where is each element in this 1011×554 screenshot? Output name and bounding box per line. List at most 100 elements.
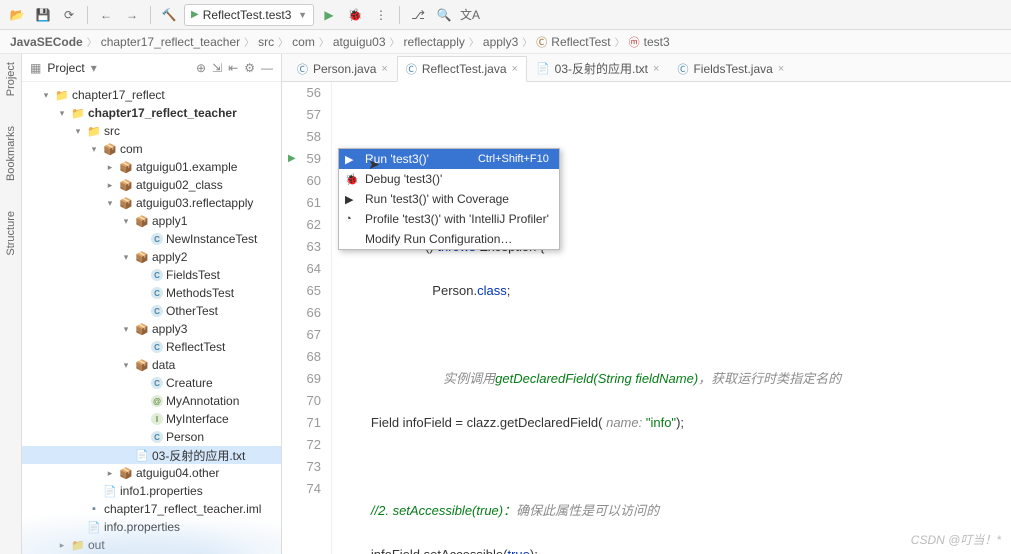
hide-icon[interactable]: — [261,61,273,75]
crumb[interactable]: reflectapply [404,35,465,49]
tree-node[interactable]: ▸📦atguigu01.example [22,158,281,176]
iml-file-icon: ▪ [87,503,101,515]
tree-node[interactable]: CNewInstanceTest [22,230,281,248]
editor-tab[interactable]: ⒸPerson.java× [288,55,397,81]
annotation-icon: @ [151,395,163,407]
tree-node[interactable]: ▾📦apply1 [22,212,281,230]
code-line: Field infoField = clazz.getDeclaredField… [342,412,1011,434]
translate-icon[interactable]: 文A [459,4,481,26]
run-button[interactable]: ▶ [318,4,340,26]
crumb[interactable]: com [292,35,315,49]
project-panel-header: ▦ Project ▾ ⊕ ⇲ ⇤ ⚙ — [22,54,281,82]
debug-button[interactable]: 🐞 [344,4,366,26]
crumb[interactable]: chapter17_reflect_teacher [101,35,240,49]
close-icon[interactable]: × [653,63,659,75]
tree-node[interactable]: @MyAnnotation [22,392,281,410]
close-icon[interactable]: × [778,63,784,75]
ctx-debug[interactable]: 🐞Debug 'test3()' [339,169,559,189]
tree-node[interactable]: COtherTest [22,302,281,320]
coverage-icon: ▶ [345,193,359,206]
tree-node[interactable]: ▾📦apply3 [22,320,281,338]
crumb[interactable]: src [258,35,274,49]
tree-node[interactable]: CReflectTest [22,338,281,356]
ctx-run[interactable]: ▶Run 'test3()'Ctrl+Shift+F10 [339,149,559,169]
tree-node[interactable]: ▾📁chapter17_reflect [22,86,281,104]
tree-node[interactable]: ▾📦atguigu03.reflectapply [22,194,281,212]
run-gutter-icon[interactable]: ▶ [288,148,296,170]
interface-icon: I [151,413,163,425]
properties-file-icon: 📄 [103,485,117,498]
crumb[interactable]: ⒸReflectTest [536,34,610,50]
close-icon[interactable]: × [512,63,518,75]
separator [399,6,400,24]
class-icon: C [151,233,163,245]
code-line: //2. setAccessible(true)：确保此属性是可以访问的 [342,500,1011,522]
forward-icon[interactable]: → [121,4,143,26]
expand-icon[interactable]: ⇲ [212,61,222,75]
tree-node[interactable]: ▾📦data [22,356,281,374]
panel-title: Project [47,61,84,75]
collapse-icon[interactable]: ⇤ [228,61,238,75]
save-icon[interactable]: 💾 [32,4,54,26]
chevron-down-icon: ▼ [298,10,307,20]
structure-tool-tab[interactable]: Structure [5,211,17,256]
more-run-icon[interactable]: ⋮ [370,4,392,26]
class-icon: C [151,377,163,389]
crumb[interactable]: atguigu03 [333,35,386,49]
editor-tab[interactable]: 📄03-反射的应用.txt× [527,55,669,81]
chevron-down-icon[interactable]: ▾ [91,61,97,75]
line-number-gutter: 56 57 58 59▶ 60 61 62 63 64 65 66 67 68 … [282,82,332,554]
bookmarks-tool-tab[interactable]: Bookmarks [5,126,17,181]
ctx-modify[interactable]: Modify Run Configuration… [339,229,559,249]
tree-node[interactable]: CMethodsTest [22,284,281,302]
search-icon[interactable]: 🔍 [433,4,455,26]
tree-node[interactable]: ▪chapter17_reflect_teacher.iml [22,500,281,518]
tree-node[interactable]: ▸📁out [22,536,281,554]
left-tool-window-bar: Project Bookmarks Structure [0,54,22,554]
project-panel: ▦ Project ▾ ⊕ ⇲ ⇤ ⚙ — ▾📁chapter17_reflec… [22,54,282,554]
profile-icon: ◔ [345,213,359,225]
project-tool-tab[interactable]: Project [5,62,17,96]
play-icon: ▶ [191,9,199,20]
tree-node[interactable]: ▸📦atguigu02_class [22,176,281,194]
crumb[interactable]: ⓜtest3 [629,34,670,50]
project-tree[interactable]: ▾📁chapter17_reflect ▾📁chapter17_reflect_… [22,82,281,554]
project-icon: ▦ [30,61,41,75]
run-configuration-selector[interactable]: ▶ ReflectTest.test3 ▼ [184,4,314,26]
editor-tab[interactable]: ⒸFieldsTest.java× [668,55,793,81]
code-line [342,324,1011,346]
refresh-icon[interactable]: ⟳ [58,4,80,26]
ctx-coverage[interactable]: ▶Run 'test3()' with Coverage [339,189,559,209]
tree-node[interactable]: CFieldsTest [22,266,281,284]
class-icon: C [151,341,163,353]
tree-node[interactable]: ▾📁src [22,122,281,140]
tree-node[interactable]: ▾📦com [22,140,281,158]
tree-node[interactable]: CPerson [22,428,281,446]
code-line: Person.class; [342,280,1011,302]
tree-node[interactable]: ▾📁chapter17_reflect_teacher [22,104,281,122]
tree-node[interactable]: 📄info.properties [22,518,281,536]
select-opened-icon[interactable]: ⊕ [196,61,206,75]
close-icon[interactable]: × [381,63,387,75]
bug-icon: 🐞 [345,173,359,186]
tree-node[interactable]: 📄info1.properties [22,482,281,500]
back-icon[interactable]: ← [95,4,117,26]
class-icon: C [151,287,163,299]
editor-area: ⒸPerson.java× ⒸReflectTest.java× 📄03-反射的… [282,54,1011,554]
tree-node[interactable]: ▸📦atguigu04.other [22,464,281,482]
gear-icon[interactable]: ⚙ [244,61,255,75]
editor-tab[interactable]: ⒸReflectTest.java× [397,56,527,82]
crumb[interactable]: apply3 [483,35,518,49]
tree-node[interactable]: CCreature [22,374,281,392]
tree-node[interactable]: ▾📦apply2 [22,248,281,266]
tree-node[interactable]: IMyInterface [22,410,281,428]
tree-node[interactable]: 📄03-反射的应用.txt [22,446,281,464]
git-icon[interactable]: ⎇ [407,4,429,26]
build-icon[interactable]: 🔨 [158,4,180,26]
main-toolbar: 📂 💾 ⟳ ← → 🔨 ▶ ReflectTest.test3 ▼ ▶ 🐞 ⋮ … [0,0,1011,30]
code-line [342,104,1011,126]
context-menu: ▶Run 'test3()'Ctrl+Shift+F10 🐞Debug 'tes… [338,148,560,250]
open-icon[interactable]: 📂 [6,4,28,26]
crumb[interactable]: JavaSECode [10,35,83,49]
ctx-profile[interactable]: ◔Profile 'test3()' with 'IntelliJ Profil… [339,209,559,229]
